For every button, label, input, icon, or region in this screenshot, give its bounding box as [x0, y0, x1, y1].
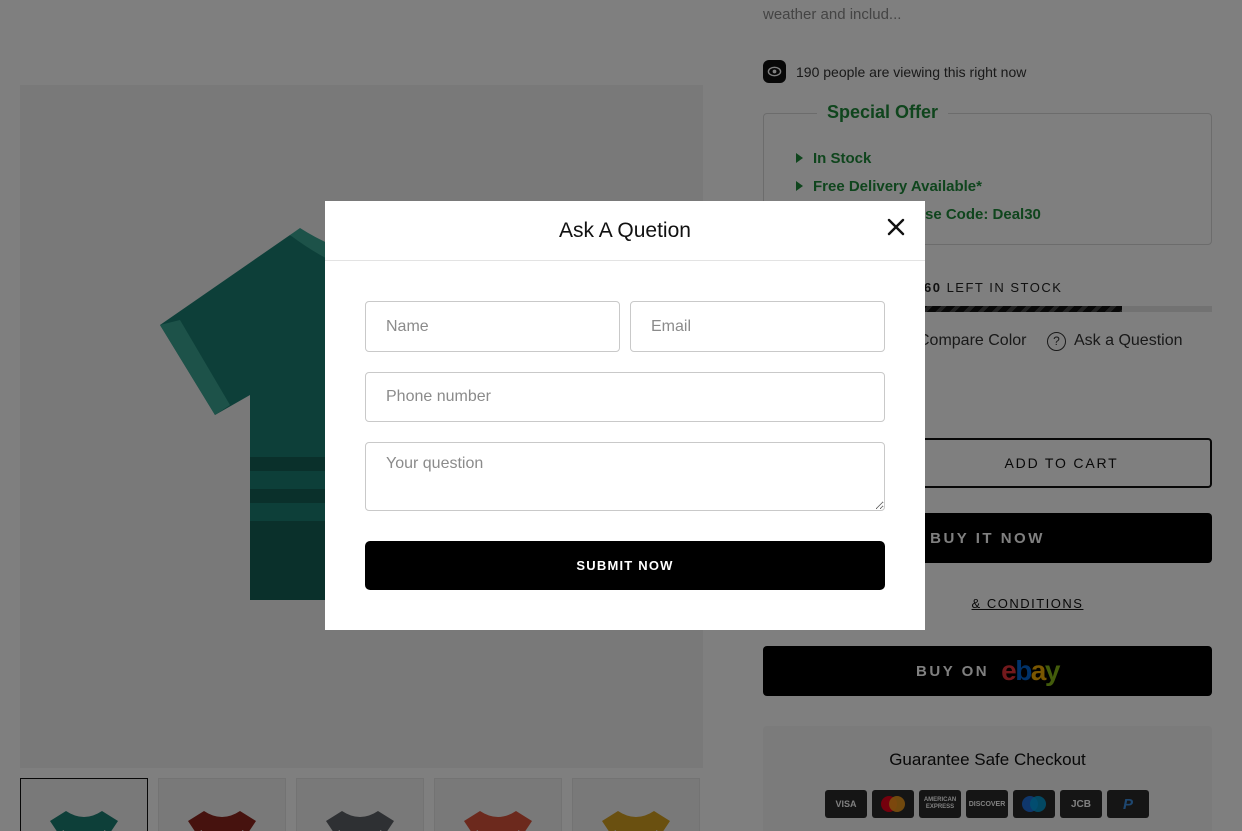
question-textarea[interactable]: [365, 442, 885, 511]
submit-button[interactable]: SUBMIT NOW: [365, 541, 885, 590]
name-input[interactable]: [365, 301, 620, 352]
phone-input[interactable]: [365, 372, 885, 422]
email-input[interactable]: [630, 301, 885, 352]
close-icon[interactable]: [884, 215, 908, 239]
modal-header: Ask A Quetion: [325, 201, 925, 261]
modal-form: SUBMIT NOW: [365, 301, 885, 590]
name-email-row: [365, 301, 885, 352]
modal-title: Ask A Quetion: [559, 218, 691, 242]
ask-question-modal: Ask A Quetion SUBMIT NOW: [325, 201, 925, 630]
